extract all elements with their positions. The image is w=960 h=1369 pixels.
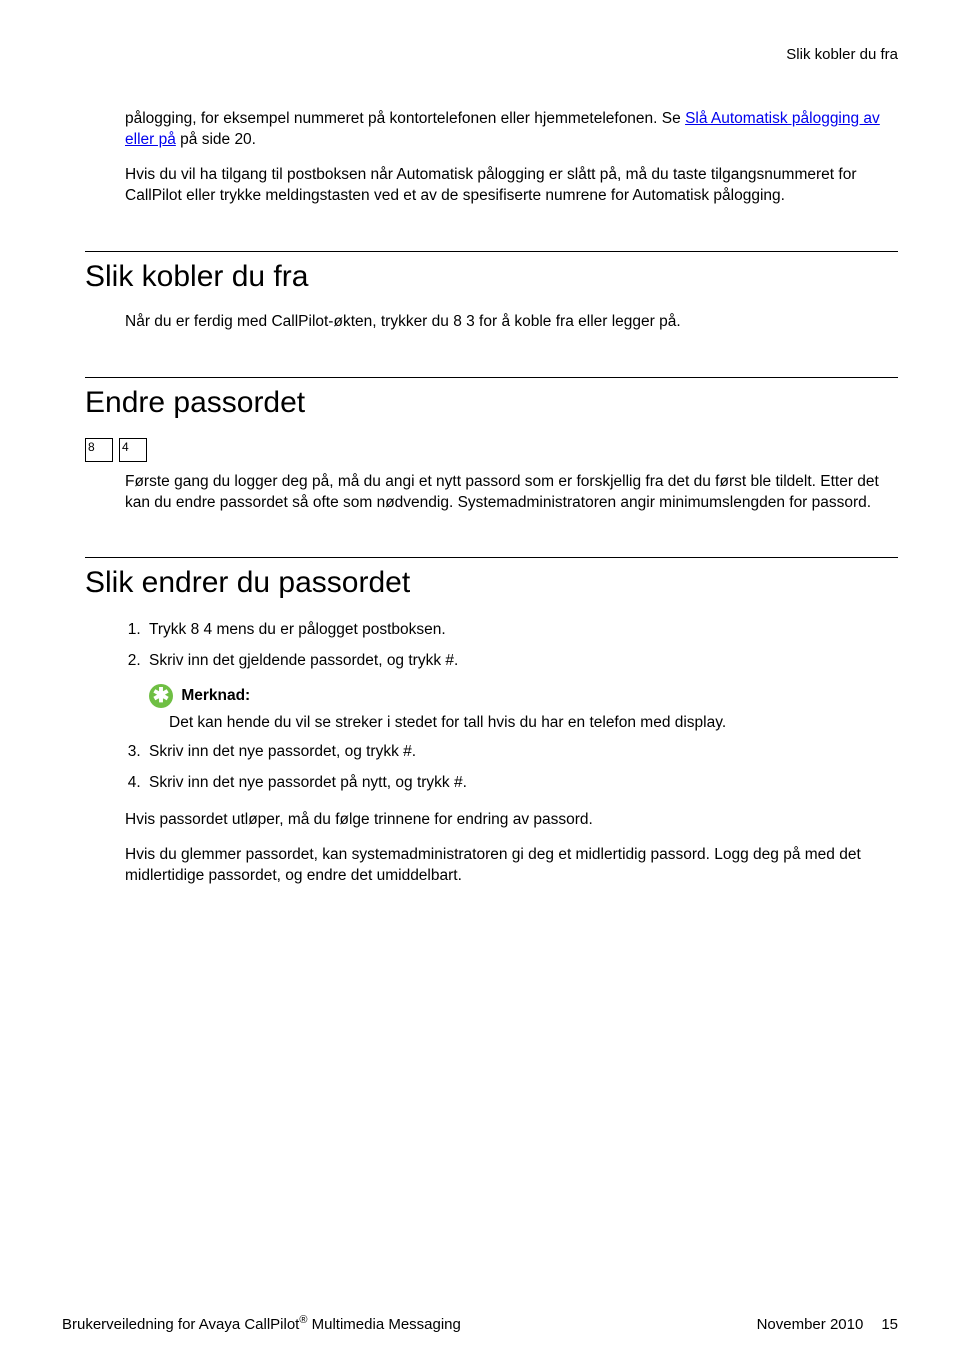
- page-header-section: Slik kobler du fra: [85, 46, 898, 63]
- step-2-text: Skriv inn det gjeldende passordet, og tr…: [149, 652, 458, 669]
- section-divider: [85, 557, 898, 558]
- intro-p1-pre: pålogging, for eksempel nummeret på kont…: [125, 110, 685, 127]
- note-icon: ✱: [149, 684, 173, 708]
- keypad-hint: 8 4: [85, 438, 898, 462]
- footer-title-pre: Brukerveiledning for Avaya CallPilot: [62, 1316, 299, 1333]
- page-footer: Brukerveiledning for Avaya CallPilot® Mu…: [62, 1314, 898, 1333]
- section-divider: [85, 251, 898, 252]
- note-text: Det kan hende du vil se streker i stedet…: [169, 713, 898, 734]
- intro-p1-post: på side 20.: [176, 131, 256, 148]
- footer-title-post: Multimedia Messaging: [307, 1316, 460, 1333]
- after-steps-p2: Hvis du glemmer passordet, kan systemadm…: [125, 845, 898, 887]
- section-divider: [85, 377, 898, 378]
- after-steps-p1: Hvis passordet utløper, må du følge trin…: [125, 810, 898, 831]
- disconnect-paragraph: Når du er ferdig med CallPilot-økten, tr…: [125, 312, 898, 333]
- note-label: Merknad:: [181, 687, 250, 704]
- keypad-key-8: 8: [85, 438, 113, 462]
- footer-date: November 2010: [757, 1316, 864, 1333]
- footer-right: November 2010 15: [757, 1316, 898, 1333]
- heading-disconnect: Slik kobler du fra: [85, 260, 898, 294]
- footer-left: Brukerveiledning for Avaya CallPilot® Mu…: [62, 1314, 461, 1333]
- step-1: Trykk 8 4 mens du er pålogget postboksen…: [145, 618, 898, 643]
- intro-paragraph-2: Hvis du vil ha tilgang til postboksen nå…: [125, 165, 898, 207]
- note-block: ✱ Merknad: Det kan hende du vil se strek…: [149, 684, 898, 734]
- step-2: Skriv inn det gjeldende passordet, og tr…: [145, 649, 898, 734]
- heading-change-password: Endre passordet: [85, 386, 898, 420]
- step-4: Skriv inn det nye passordet på nytt, og …: [145, 771, 898, 796]
- change-password-paragraph: Første gang du logger deg på, må du angi…: [125, 472, 898, 514]
- page-number: 15: [881, 1316, 898, 1333]
- steps-list: Trykk 8 4 mens du er pålogget postboksen…: [145, 618, 898, 795]
- intro-paragraph-1: pålogging, for eksempel nummeret på kont…: [125, 109, 898, 151]
- heading-how-to-change-password: Slik endrer du passordet: [85, 566, 898, 600]
- step-3: Skriv inn det nye passordet, og trykk #.: [145, 740, 898, 765]
- keypad-key-4: 4: [119, 438, 147, 462]
